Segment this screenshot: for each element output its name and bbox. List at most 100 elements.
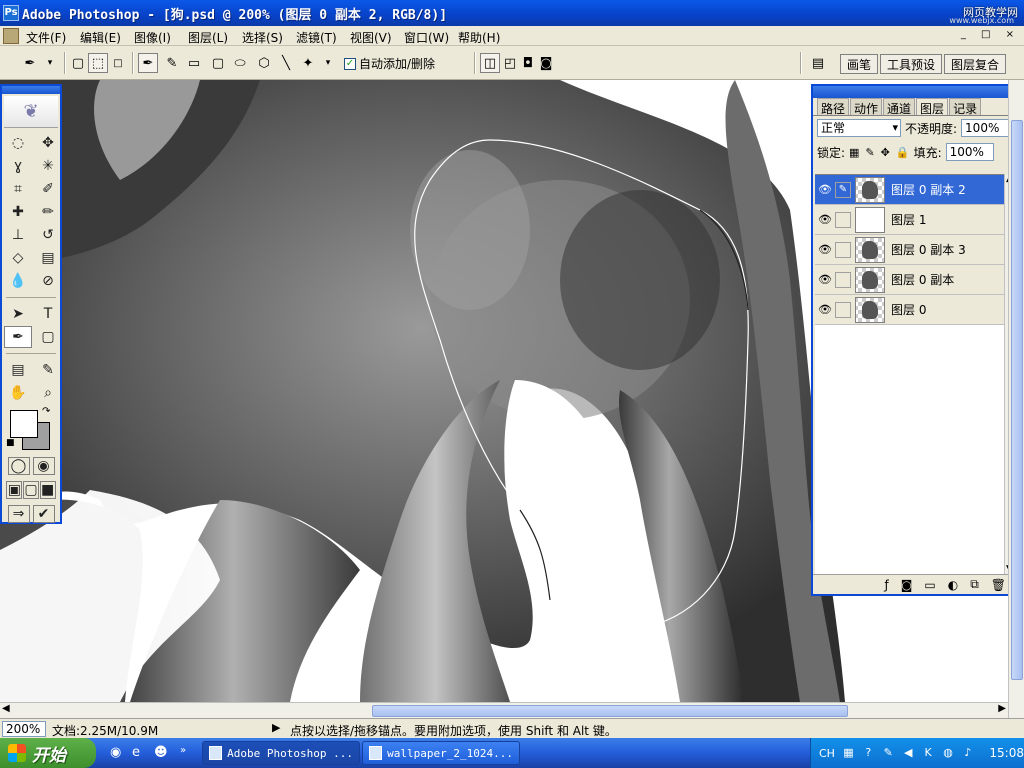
palette-well-layer-comps[interactable]: 图层复合 (944, 54, 1007, 74)
standard-mode-icon[interactable]: ◯ (7, 457, 30, 475)
preset-dropdown-icon[interactable]: ▾ (40, 53, 60, 73)
horizontal-scroll-thumb[interactable] (372, 705, 848, 717)
start-button[interactable]: 开始 (0, 738, 96, 768)
ie-icon[interactable]: e (132, 745, 148, 761)
lock-all-icon[interactable]: 🔒 (896, 146, 910, 159)
polygon-shape-icon[interactable]: ⬡ (254, 53, 274, 73)
menu-window[interactable]: 窗口(W) (404, 29, 449, 46)
default-colors-icon[interactable]: ■ (6, 438, 15, 448)
new-group-icon[interactable]: ▭ (924, 578, 935, 592)
fill-pixels-icon[interactable]: □ (108, 53, 128, 73)
layer-link-icon[interactable] (835, 271, 851, 288)
layer-row[interactable]: 👁 图层 0 副本 3 (815, 235, 1006, 265)
hand-tool-icon[interactable]: ✋ (4, 382, 32, 404)
shape-tool-icon[interactable]: ▢ (34, 326, 62, 348)
toolbox-titlebar[interactable] (2, 86, 60, 94)
menu-layer[interactable]: 图层(L) (188, 29, 228, 46)
tab-paths[interactable]: 路径 (817, 98, 850, 116)
adobe-online-feather-icon[interactable]: ❦ (4, 96, 58, 128)
quicklaunch-more-icon[interactable]: » (180, 745, 196, 761)
visibility-eye-icon[interactable]: 👁 (815, 303, 835, 316)
help-icon[interactable]: ? (862, 746, 875, 760)
menu-view[interactable]: 视图(V) (350, 29, 392, 46)
tray-arrow-icon[interactable]: ◀ (902, 746, 915, 760)
menu-filter[interactable]: 滤镜(T) (296, 29, 337, 46)
swap-colors-icon[interactable]: ↷ (42, 406, 50, 417)
tab-channels[interactable]: 通道 (883, 98, 916, 116)
lasso-tool-icon[interactable]: ɣ (4, 155, 32, 177)
input-language[interactable]: CH (819, 747, 835, 760)
quick-mask-icon[interactable]: ◉ (32, 457, 55, 475)
rounded-rectangle-icon[interactable]: ▢ (208, 53, 228, 73)
network-icon[interactable]: ◍ (942, 746, 955, 760)
menu-edit[interactable]: 编辑(E) (80, 29, 121, 46)
scroll-right-icon[interactable]: ▶ (998, 703, 1006, 714)
pen-preset-icon[interactable]: ✒ (20, 53, 40, 73)
line-shape-icon[interactable]: ╲ (276, 53, 296, 73)
screen-mode-standard-icon[interactable]: ▣ (6, 481, 23, 499)
brush-tool-icon[interactable]: ✏ (34, 201, 62, 223)
blur-tool-icon[interactable]: 💧 (4, 270, 32, 292)
visibility-eye-icon[interactable]: 👁 (815, 243, 835, 256)
delete-layer-icon[interactable]: 🗑 (991, 578, 1006, 592)
visibility-eye-icon[interactable]: 👁 (815, 213, 835, 226)
menu-help[interactable]: 帮助(H) (458, 29, 500, 46)
paths-mode-icon[interactable]: ⬚ (88, 53, 108, 73)
tab-history[interactable]: 记录 (949, 98, 982, 116)
opacity-input[interactable]: 100% (961, 119, 1010, 137)
pen-tool-icon[interactable]: ✒ (138, 53, 158, 73)
layer-row[interactable]: 👁 图层 0 副本 (815, 265, 1006, 295)
file-browser-icon[interactable]: ▤ (808, 53, 828, 73)
palette-well-brushes[interactable]: 画笔 (840, 54, 879, 74)
type-tool-icon[interactable]: T (34, 303, 62, 325)
path-selection-icon[interactable]: ➤ (4, 303, 32, 325)
ellipse-shape-icon[interactable]: ⬭ (230, 53, 250, 73)
lock-position-icon[interactable]: ✥ (881, 146, 890, 159)
layer-mask-icon[interactable]: ◙ (901, 578, 913, 592)
visibility-eye-icon[interactable]: 👁 (815, 273, 835, 286)
screen-mode-full-icon[interactable]: ■ (39, 481, 56, 499)
layer-row[interactable]: 👁 图层 0 (815, 295, 1006, 325)
freeform-pen-icon[interactable]: ✎ (162, 53, 182, 73)
palette-well-tool-presets[interactable]: 工具预设 (880, 54, 943, 74)
pen-tool-box-icon[interactable]: ✒ (4, 326, 32, 348)
menu-select[interactable]: 选择(S) (242, 29, 283, 46)
app-quicklaunch-icon[interactable]: ☻ (154, 745, 170, 761)
crop-tool-icon[interactable]: ⌗ (4, 178, 32, 200)
status-menu-arrow-icon[interactable]: ▶ (272, 721, 280, 734)
horizontal-scrollbar[interactable]: ◀ ▶ (0, 702, 1008, 718)
magic-wand-icon[interactable]: ✳ (34, 155, 62, 177)
visibility-eye-icon[interactable]: 👁 (815, 183, 835, 196)
eyedropper-icon[interactable]: ✎ (34, 359, 62, 381)
firefox-icon[interactable]: ◉ (110, 745, 126, 761)
tray-app-icon[interactable]: K (922, 746, 935, 760)
screen-mode-menu-icon[interactable]: ▢ (22, 481, 39, 499)
tab-actions[interactable]: 动作 (850, 98, 883, 116)
vertical-scroll-thumb[interactable] (1011, 120, 1023, 680)
edit-icon[interactable]: ✔ (32, 505, 55, 523)
taskbar-item-photoshop[interactable]: Adobe Photoshop ... (202, 741, 360, 765)
auto-add-delete-option[interactable]: ✓ 自动添加/删除 (344, 55, 435, 72)
brush-link-icon[interactable]: ✎ (835, 181, 851, 198)
fill-input[interactable]: 100% (945, 143, 994, 161)
keyboard-icon[interactable]: ▦ (842, 746, 855, 760)
layers-palette-titlebar[interactable]: × (813, 86, 1020, 98)
clock[interactable]: 15:08 (989, 746, 1024, 760)
ime-icon[interactable]: ✎ (882, 746, 895, 760)
geometry-options-icon[interactable]: ▾ (318, 53, 338, 73)
history-brush-icon[interactable]: ↺ (34, 224, 62, 246)
vertical-scrollbar[interactable] (1008, 80, 1024, 718)
exclude-path-icon[interactable]: ◙ (536, 53, 556, 73)
layer-style-icon[interactable]: ƒ (884, 578, 888, 592)
layer-link-icon[interactable] (835, 301, 851, 318)
subtract-path-icon[interactable]: ◰ (500, 53, 520, 73)
menu-image[interactable]: 图像(I) (134, 29, 171, 46)
notes-tool-icon[interactable]: ▤ (4, 359, 32, 381)
taskbar-item-wallpaper[interactable]: wallpaper_2_1024... (362, 741, 520, 765)
slice-tool-icon[interactable]: ✐ (34, 178, 62, 200)
adjustment-layer-icon[interactable]: ◐ (948, 578, 958, 592)
foreground-color-swatch[interactable] (10, 410, 38, 438)
volume-icon[interactable]: ♪ (961, 746, 974, 760)
layer-row[interactable]: 👁 图层 1 (815, 205, 1006, 235)
add-to-path-icon[interactable]: ◫ (480, 53, 500, 73)
